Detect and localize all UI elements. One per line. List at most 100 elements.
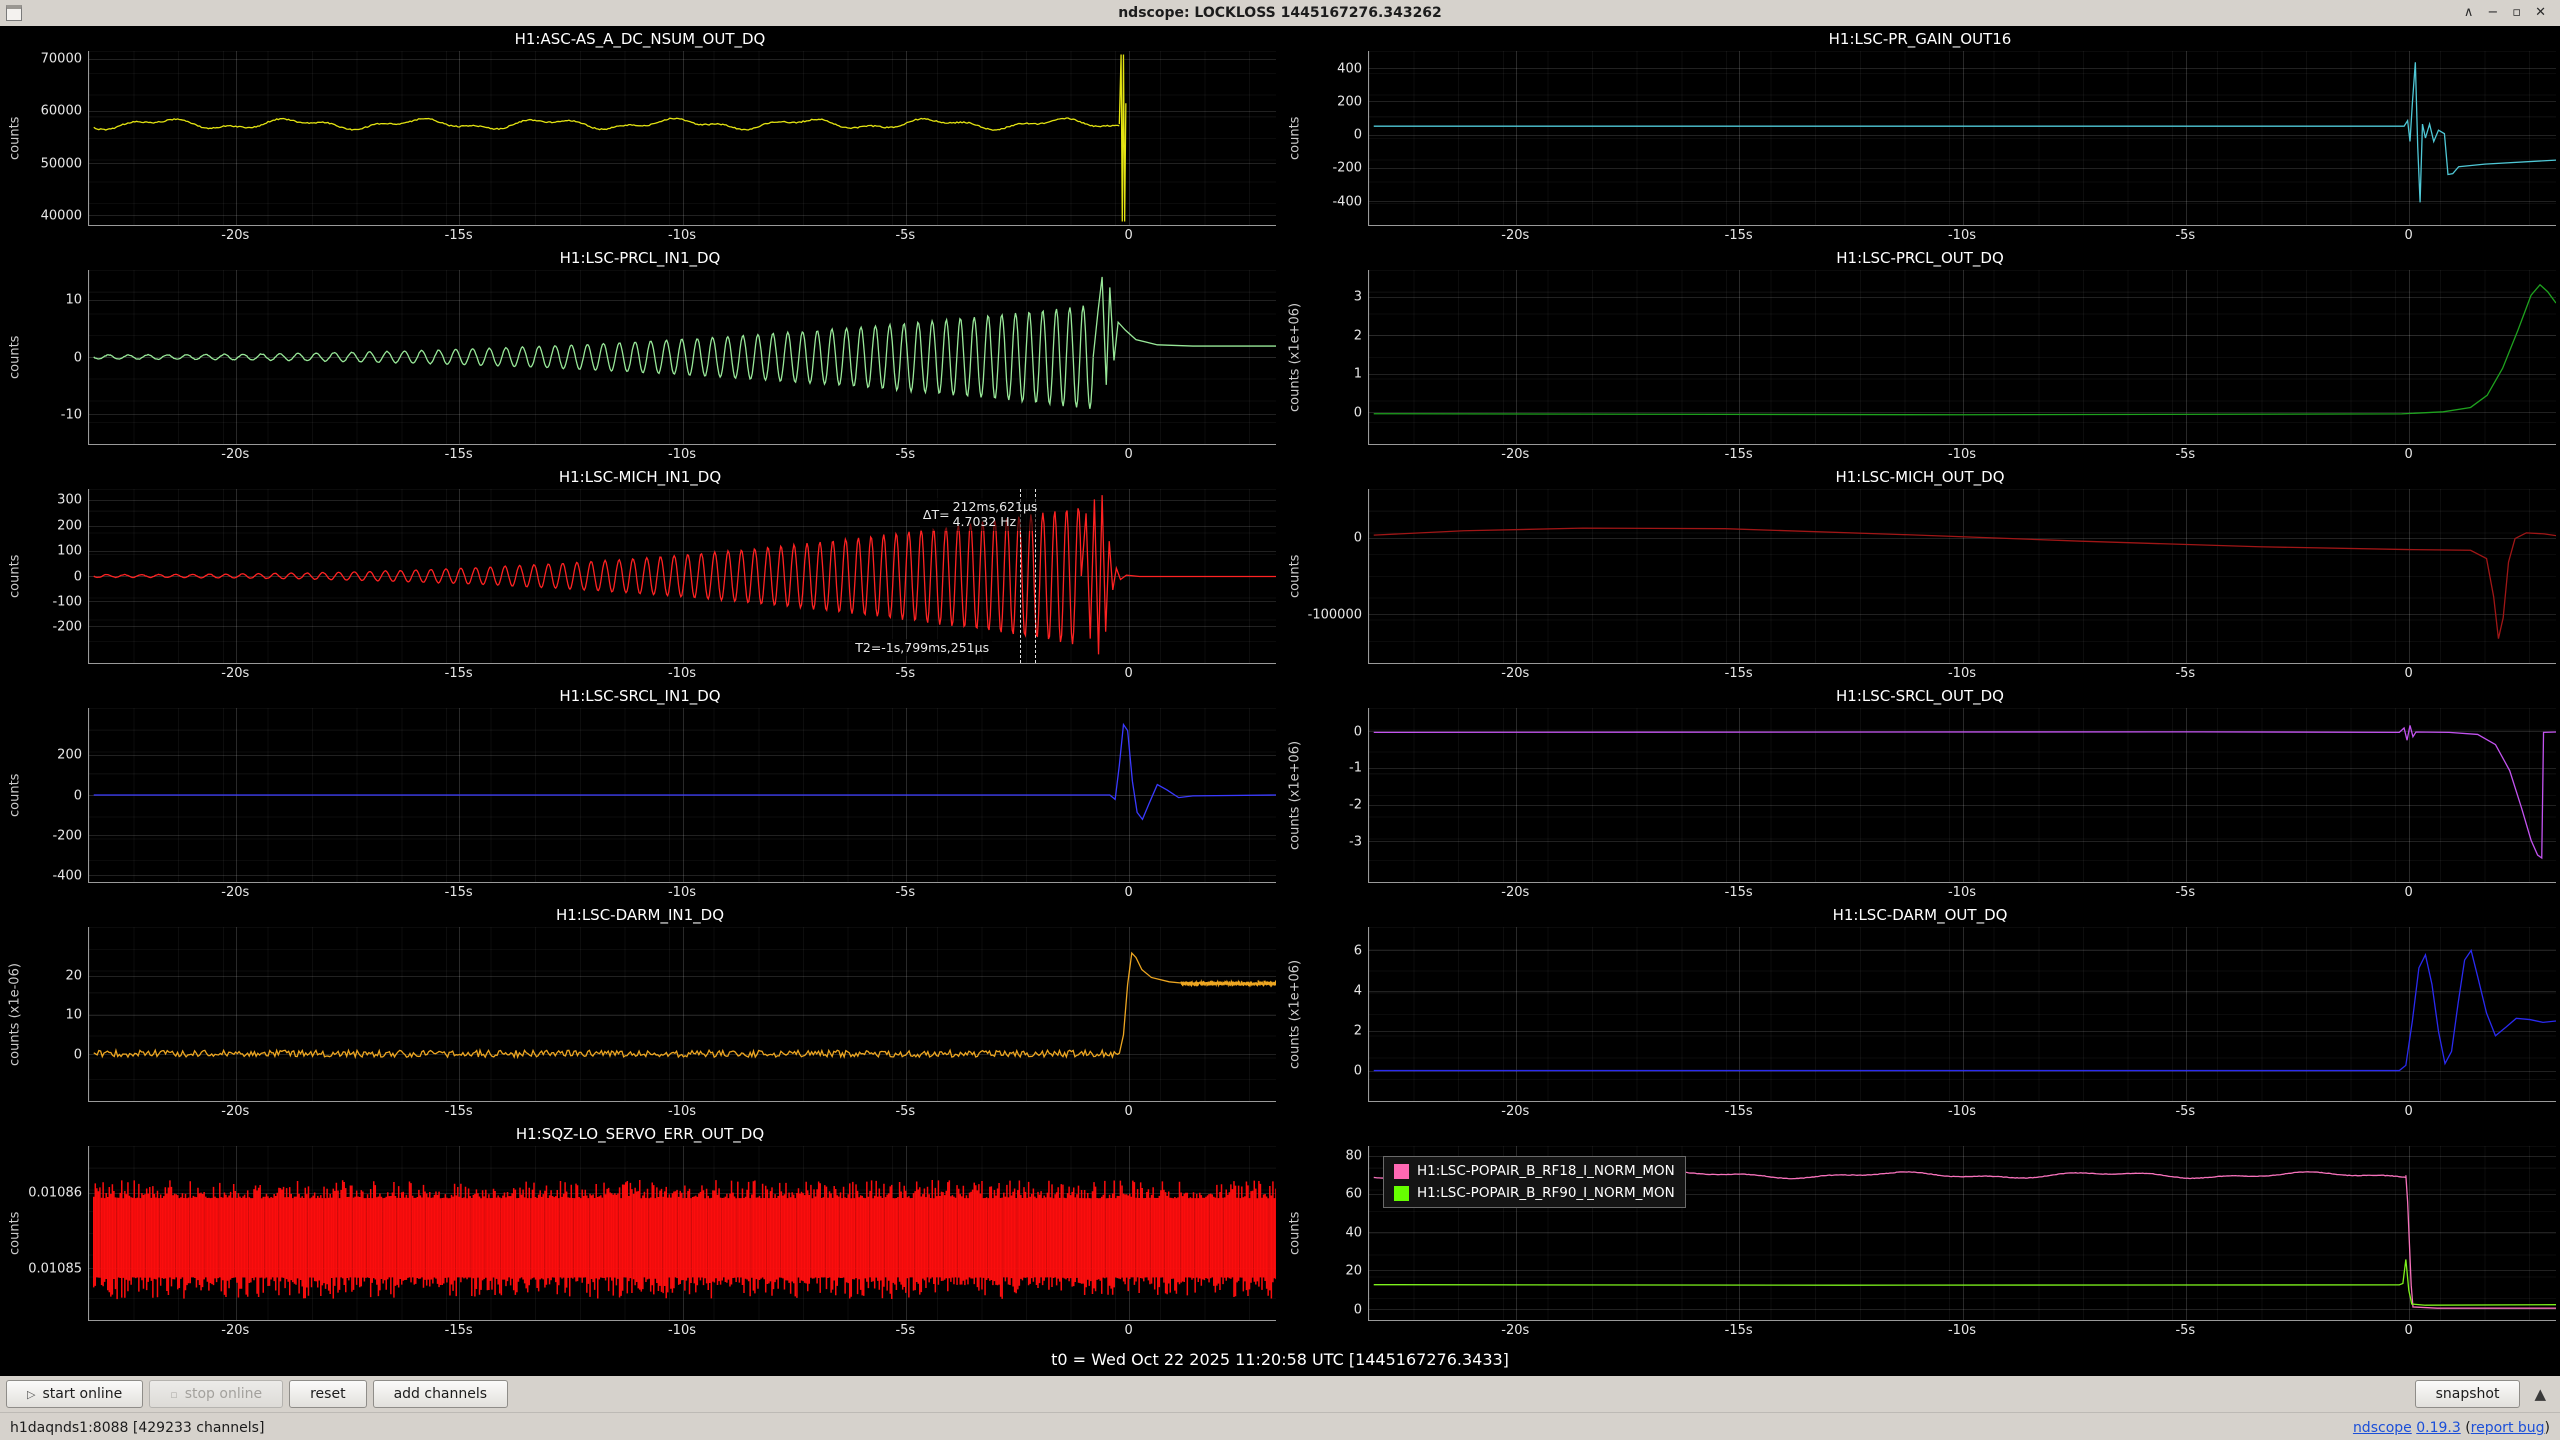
trace-H1:LSC-DARM_IN1_DQ [1181,981,1276,985]
y-tick-label: 200 [57,748,82,763]
y-tick-label: 6 [1354,943,1362,958]
y-axis[interactable]: 100-10 [26,270,88,445]
y-tick-label: 80 [1345,1148,1362,1163]
maximize-icon[interactable]: ▫ [2512,0,2521,26]
x-axis[interactable]: -20s-15s-10s-5s0 [1368,445,2556,466]
plot-area[interactable] [1368,927,2556,1102]
plot-H1:LSC-PR_GAIN_OUT16[interactable]: H1:LSC-PR_GAIN_OUT16counts4002000-200-40… [1284,28,2556,247]
start-online-button[interactable]: ▷ start online [6,1380,143,1408]
x-axis[interactable]: -20s-15s-10s-5s0 [1368,1321,2556,1342]
x-tick-label: -20s [221,1104,249,1119]
y-axis[interactable]: 4002000-200-400 [1306,51,1368,226]
x-axis[interactable]: -20s-15s-10s-5s0 [88,1321,1276,1342]
y-axis[interactable]: 3210 [1306,270,1368,445]
y-axis[interactable]: 0-1-2-3 [1306,708,1368,883]
trace-H1:LSC-SRCL_IN1_DQ [94,725,1276,820]
plot-area[interactable]: ΔT=212ms,621µs4.7032 HzT2=-1s,799ms,251µ… [88,489,1276,664]
legend-label: H1:LSC-POPAIR_B_RF90_I_NORM_MON [1417,1185,1675,1201]
plot-title [1284,1123,2556,1146]
shade-icon[interactable]: ∧ [2464,0,2474,26]
y-axis[interactable]: 70000600005000040000 [26,51,88,226]
y-tick-label: 0 [74,1047,82,1062]
plot-H1:LSC-SRCL_IN1_DQ[interactable]: H1:LSC-SRCL_IN1_DQcounts2000-200-400-20s… [4,685,1276,904]
x-tick-label: -15s [445,885,473,900]
close-icon[interactable]: ✕ [2535,0,2546,26]
version-link[interactable]: 0.19.3 [2416,1420,2461,1436]
plot-area[interactable] [1368,51,2556,226]
plot-area[interactable] [1368,708,2556,883]
x-axis[interactable]: -20s-15s-10s-5s0 [88,883,1276,904]
trace-H1:ASC-AS_A_DC_NSUM_OUT_DQ [1119,54,1126,221]
y-tick-label: 10 [65,1008,82,1023]
plot-area[interactable] [1368,489,2556,664]
y-tick-label: 40 [1345,1225,1362,1240]
x-axis[interactable]: -20s-15s-10s-5s0 [88,664,1276,685]
reset-button[interactable]: reset [289,1380,366,1408]
plot-H1:SQZ-LO_SERVO_ERR_OUT_DQ[interactable]: H1:SQZ-LO_SERVO_ERR_OUT_DQcounts0.010860… [4,1123,1276,1342]
x-axis[interactable]: -20s-15s-10s-5s0 [88,1102,1276,1123]
plot-H1:LSC-DARM_IN1_DQ[interactable]: H1:LSC-DARM_IN1_DQcounts (x1e-06)20100-2… [4,904,1276,1123]
y-tick-label: -2 [1349,798,1362,813]
y-axis[interactable]: 6420 [1306,927,1368,1102]
x-tick-label: -15s [1725,447,1753,462]
stop-online-button[interactable]: ▫ stop online [149,1380,283,1408]
add-channels-button[interactable]: add channels [373,1380,509,1408]
plot-H1:ASC-AS_A_DC_NSUM_OUT_DQ[interactable]: H1:ASC-AS_A_DC_NSUM_OUT_DQcounts70000600… [4,28,1276,247]
x-tick-label: -5s [2175,885,2195,900]
legend[interactable]: H1:LSC-POPAIR_B_RF18_I_NORM_MONH1:LSC-PO… [1383,1156,1686,1208]
trace-H1:LSC-POPAIR_B_RF90_I_NORM_MON [1374,1259,2556,1305]
y-tick-label: -1 [1349,761,1362,776]
x-axis[interactable]: -20s-15s-10s-5s0 [1368,664,2556,685]
y-axis[interactable]: 0.010860.01085 [26,1146,88,1321]
y-axis-label: counts [4,270,26,445]
plot-area[interactable] [88,927,1276,1102]
plot-title: H1:LSC-PR_GAIN_OUT16 [1284,28,2556,51]
y-tick-label: 3 [1354,290,1362,305]
y-axis[interactable]: 0-100000 [1306,489,1368,664]
plot-area[interactable]: H1:LSC-POPAIR_B_RF18_I_NORM_MONH1:LSC-PO… [1368,1146,2556,1321]
plot-title: H1:LSC-MICH_IN1_DQ [4,466,1276,489]
trace-H1:LSC-SRCL_OUT_DQ [1374,725,2556,858]
menu-arrow-icon[interactable]: ▲ [2534,1385,2546,1403]
x-tick-label: -10s [1948,228,1976,243]
plot-H1:LSC-SRCL_OUT_DQ[interactable]: H1:LSC-SRCL_OUT_DQcounts (x1e+06)0-1-2-3… [1284,685,2556,904]
link-paren-open: ( [2461,1420,2471,1436]
x-tick-label: -10s [1948,447,1976,462]
plot-H1:LSC-MICH_OUT_DQ[interactable]: H1:LSC-MICH_OUT_DQcounts0-100000-20s-15s… [1284,466,2556,685]
y-axis[interactable]: 806040200 [1306,1146,1368,1321]
plot-area[interactable] [88,1146,1276,1321]
x-axis[interactable]: -20s-15s-10s-5s0 [1368,1102,2556,1123]
x-tick-label: -5s [2175,666,2195,681]
plot-H1:LSC-PRCL_OUT_DQ[interactable]: H1:LSC-PRCL_OUT_DQcounts (x1e+06)3210-20… [1284,247,2556,466]
snapshot-button[interactable]: snapshot [2415,1380,2521,1408]
y-tick-label: -200 [52,828,82,843]
y-axis[interactable]: 3002001000-100-200 [26,489,88,664]
x-tick-label: 0 [1125,447,1133,462]
y-tick-label: 40000 [41,209,82,224]
x-axis[interactable]: -20s-15s-10s-5s0 [1368,226,2556,247]
plot-H1:LSC-DARM_OUT_DQ[interactable]: H1:LSC-DARM_OUT_DQcounts (x1e+06)6420-20… [1284,904,2556,1123]
y-tick-label: 0 [74,788,82,803]
x-tick-label: -5s [2175,1104,2195,1119]
report-bug-link[interactable]: report bug [2471,1420,2545,1436]
plot-H1:LSC-MICH_IN1_DQ[interactable]: H1:LSC-MICH_IN1_DQcounts3002001000-100-2… [4,466,1276,685]
y-axis[interactable]: 20100 [26,927,88,1102]
plot-area[interactable] [1368,270,2556,445]
toolbar: ▷ start online ▫ stop online reset add c… [0,1376,2560,1412]
plot-area[interactable] [88,708,1276,883]
plot-H1:LSC-POPAIR_B_RF18_I_NORM_MON[interactable]: counts806040200H1:LSC-POPAIR_B_RF18_I_NO… [1284,1123,2556,1342]
plot-area[interactable] [88,270,1276,445]
y-axis[interactable]: 2000-200-400 [26,708,88,883]
x-tick-label: -15s [1725,666,1753,681]
y-tick-label: 2 [1354,1024,1362,1039]
x-axis[interactable]: -20s-15s-10s-5s0 [1368,883,2556,904]
ndscope-link[interactable]: ndscope [2353,1420,2412,1436]
plot-area[interactable] [88,51,1276,226]
x-axis[interactable]: -20s-15s-10s-5s0 [88,226,1276,247]
y-tick-label: 0 [1354,405,1362,420]
plot-H1:LSC-PRCL_IN1_DQ[interactable]: H1:LSC-PRCL_IN1_DQcounts100-10-20s-15s-1… [4,247,1276,466]
minimize-icon[interactable]: − [2487,0,2498,26]
y-axis-label: counts [1284,489,1306,664]
x-axis[interactable]: -20s-15s-10s-5s0 [88,445,1276,466]
trace-canvas [1369,708,2556,882]
